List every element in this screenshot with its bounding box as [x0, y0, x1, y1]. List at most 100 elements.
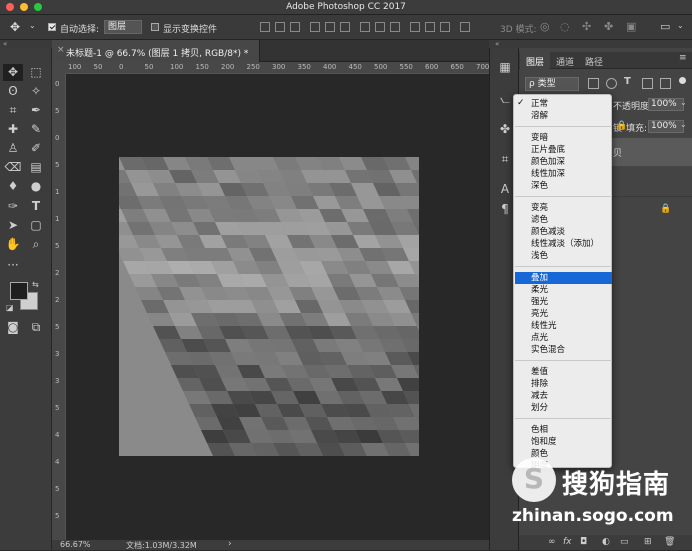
blend-mode-item[interactable]: 颜色加深: [515, 156, 612, 168]
auto-select-checkbox[interactable]: [48, 23, 56, 31]
collapse-right-icon[interactable]: «: [495, 40, 499, 48]
move-tool-preset-icon[interactable]: ✥: [10, 20, 20, 34]
new-adjustment-icon[interactable]: ◐: [602, 537, 610, 547]
align-right-icon[interactable]: [340, 22, 350, 32]
3d-pan-icon[interactable]: ✣: [582, 20, 591, 33]
collapse-left-icon[interactable]: «: [3, 40, 7, 48]
path-select-icon[interactable]: ➤: [3, 217, 23, 234]
blend-mode-item[interactable]: 实色混合: [515, 344, 612, 356]
blend-mode-item[interactable]: 柔光: [515, 284, 612, 296]
blend-mode-item[interactable]: 强光: [515, 296, 612, 308]
distribute-top-icon[interactable]: [360, 22, 370, 32]
blend-mode-item[interactable]: 色相: [515, 424, 612, 436]
layer-filter-dropdown[interactable]: ρ 类型: [525, 77, 579, 91]
3d-slide-icon[interactable]: ✤: [604, 20, 613, 33]
blend-mode-item[interactable]: 线性加深: [515, 168, 612, 180]
tab-channels[interactable]: 通道: [556, 55, 574, 68]
stamp-icon[interactable]: ♙: [3, 140, 23, 157]
fill-chevron-icon[interactable]: ⌄: [680, 120, 687, 129]
swap-colors-icon[interactable]: ⇆: [32, 280, 39, 289]
eraser-icon[interactable]: ⌫: [3, 159, 23, 176]
brush-icon[interactable]: ✎: [26, 121, 46, 138]
auto-select-target-dropdown[interactable]: 图层: [104, 20, 142, 34]
history-brush-icon[interactable]: ✐: [26, 140, 46, 157]
distribute-bottom-icon[interactable]: [390, 22, 400, 32]
crop-icon[interactable]: ⌗: [3, 102, 23, 119]
show-transform-checkbox[interactable]: [151, 23, 159, 31]
type-icon[interactable]: T: [26, 198, 46, 215]
blend-mode-item[interactable]: 深色: [515, 180, 612, 192]
blend-mode-item[interactable]: 滤色: [515, 214, 612, 226]
libraries-icon[interactable]: ▦: [497, 60, 513, 76]
delete-layer-icon[interactable]: 🗑: [664, 537, 675, 547]
blend-mode-item[interactable]: 线性光: [515, 320, 612, 332]
blend-mode-item[interactable]: 叠加: [515, 272, 612, 284]
panel-menu-icon[interactable]: ≡: [679, 53, 687, 63]
crop-panel-icon[interactable]: ⌗: [497, 152, 513, 168]
eyedropper-icon[interactable]: ✒: [26, 102, 46, 119]
close-tab-icon[interactable]: ×: [57, 45, 65, 55]
filter-shape-icon[interactable]: [642, 78, 653, 89]
hand-icon[interactable]: ✋: [3, 236, 23, 253]
paragraph-icon[interactable]: ¶: [497, 202, 513, 218]
align-center-icon[interactable]: [325, 22, 335, 32]
link-layers-icon[interactable]: ∞: [548, 537, 556, 547]
magic-wand-icon[interactable]: ✧: [26, 83, 46, 100]
distribute-left-icon[interactable]: [410, 22, 420, 32]
blend-mode-item[interactable]: 线性减淡（添加）: [515, 238, 612, 250]
shape-icon[interactable]: ▢: [26, 217, 46, 234]
3d-roll-icon[interactable]: ◌: [560, 20, 570, 33]
layer-row[interactable]: [611, 196, 692, 222]
opacity-field[interactable]: 100%: [648, 98, 684, 111]
blend-mode-item[interactable]: 排除: [515, 378, 612, 390]
filter-adjustment-icon[interactable]: [606, 78, 617, 89]
zoom-icon[interactable]: ⌕: [26, 236, 46, 253]
new-layer-icon[interactable]: ⊞: [644, 537, 652, 547]
blend-mode-item[interactable]: 减去: [515, 390, 612, 402]
blend-mode-item[interactable]: 划分: [515, 402, 612, 414]
chevron-down-icon[interactable]: ⌄: [29, 21, 36, 30]
marquee-icon[interactable]: ⬚: [26, 64, 46, 81]
more-tools-icon[interactable]: ···: [3, 257, 23, 274]
workspace-icon[interactable]: ▭: [660, 20, 670, 33]
blend-mode-item[interactable]: 正片叠底: [515, 144, 612, 156]
quick-mask-icon[interactable]: ◙: [3, 319, 23, 336]
blend-mode-item[interactable]: 溶解: [515, 110, 612, 122]
zoom-level[interactable]: 66.67%: [60, 540, 91, 549]
workspace-chevron-icon[interactable]: ⌄: [677, 21, 684, 30]
filter-type-icon[interactable]: T: [624, 76, 631, 87]
3d-scale-icon[interactable]: ▣: [626, 20, 636, 33]
align-top-icon[interactable]: [260, 22, 270, 32]
align-left-icon[interactable]: [310, 22, 320, 32]
new-group-icon[interactable]: ▭: [620, 537, 629, 547]
filter-smart-icon[interactable]: [660, 78, 671, 89]
opacity-chevron-icon[interactable]: ⌄: [680, 98, 687, 107]
screen-mode-icon[interactable]: ⧉: [26, 319, 46, 336]
3d-rotate-icon[interactable]: ◎: [540, 20, 550, 33]
move-icon[interactable]: ✥: [3, 64, 23, 81]
add-mask-icon[interactable]: ◘: [580, 537, 587, 547]
distribute-middle-icon[interactable]: [375, 22, 385, 32]
fx-icon[interactable]: fx: [563, 537, 572, 547]
auto-align-icon[interactable]: [460, 22, 470, 32]
document-canvas[interactable]: [119, 157, 419, 456]
fill-field[interactable]: 100%: [648, 120, 684, 133]
blend-mode-item[interactable]: 饱和度: [515, 436, 612, 448]
blend-mode-item[interactable]: 浅色: [515, 250, 612, 262]
status-menu-arrow-icon[interactable]: ›: [228, 539, 232, 549]
foreground-color-swatch[interactable]: [10, 282, 28, 300]
blend-mode-item[interactable]: 颜色减淡: [515, 226, 612, 238]
align-middle-icon[interactable]: [275, 22, 285, 32]
dodge-icon[interactable]: ●: [26, 178, 46, 195]
adjustments-icon[interactable]: ⦦: [497, 92, 513, 108]
plugins-icon[interactable]: ✤: [497, 122, 513, 138]
distribute-center-icon[interactable]: [425, 22, 435, 32]
blur-icon[interactable]: ♦: [3, 178, 23, 195]
character-icon[interactable]: A: [497, 182, 513, 198]
blend-mode-item[interactable]: 点光: [515, 332, 612, 344]
healing-icon[interactable]: ✚: [3, 121, 23, 138]
filter-pixel-icon[interactable]: [588, 78, 599, 89]
blend-mode-item[interactable]: 变暗: [515, 132, 612, 144]
pen-icon[interactable]: ✑: [3, 198, 23, 215]
blend-mode-item[interactable]: 正常: [515, 98, 612, 110]
